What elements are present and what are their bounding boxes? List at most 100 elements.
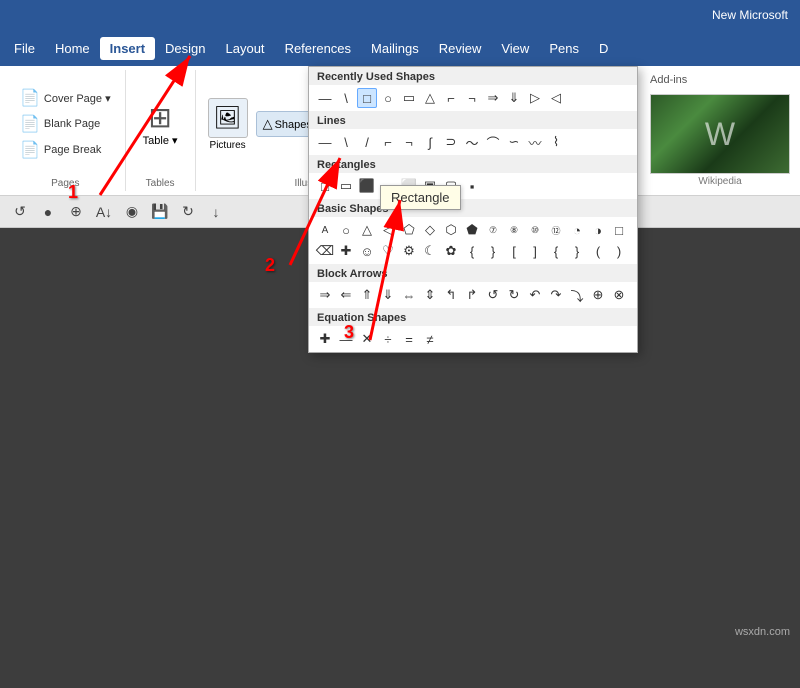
bs4[interactable]: ◁	[378, 220, 398, 240]
bs15[interactable]: □	[609, 220, 629, 240]
bs27[interactable]: {	[546, 241, 566, 261]
line-arc[interactable]: ⌒	[483, 132, 503, 152]
ba15[interactable]: ⊗	[609, 285, 629, 305]
pictures-button[interactable]: 🖼 Pictures	[208, 98, 248, 151]
rect8[interactable]: ▪	[462, 176, 482, 196]
eq6[interactable]: ≠	[420, 329, 440, 349]
rect1[interactable]: □	[315, 176, 335, 196]
ba11[interactable]: ↶	[525, 285, 545, 305]
shape-arrow2[interactable]: ⇓	[504, 88, 524, 108]
ba2[interactable]: ⇐	[336, 285, 356, 305]
shape-line1[interactable]: —	[315, 88, 335, 108]
bs29[interactable]: (	[588, 241, 608, 261]
menu-pens[interactable]: Pens	[539, 37, 589, 60]
eq4[interactable]: ÷	[378, 329, 398, 349]
bs26[interactable]: ]	[525, 241, 545, 261]
shape-diag1[interactable]: \	[336, 88, 356, 108]
bs22[interactable]: ✿	[441, 241, 461, 261]
ba3[interactable]: ⇑	[357, 285, 377, 305]
menu-d[interactable]: D	[589, 37, 618, 60]
rect2[interactable]: ▭	[336, 176, 356, 196]
menu-mailings[interactable]: Mailings	[361, 37, 429, 60]
eq1[interactable]: ✚	[315, 329, 335, 349]
bs10[interactable]: ⑧	[504, 220, 524, 240]
bs21[interactable]: ☾	[420, 241, 440, 261]
bs25[interactable]: [	[504, 241, 524, 261]
table-button[interactable]: ⊞ Table ▾	[143, 70, 178, 178]
line-curve1[interactable]: ∫	[420, 132, 440, 152]
bs28[interactable]: }	[567, 241, 587, 261]
line-straight[interactable]: —	[315, 132, 335, 152]
bs1[interactable]: A	[315, 220, 335, 240]
redo-icon[interactable]: ↻	[176, 200, 200, 224]
menu-view[interactable]: View	[491, 37, 539, 60]
ba10[interactable]: ↻	[504, 285, 524, 305]
line-wave[interactable]: 〜	[462, 132, 482, 152]
save-icon[interactable]: 💾	[148, 200, 172, 224]
bs24[interactable]: }	[483, 241, 503, 261]
bs3[interactable]: △	[357, 220, 377, 240]
menu-insert[interactable]: Insert	[100, 37, 155, 60]
menu-file[interactable]: File	[4, 37, 45, 60]
line-diag2[interactable]: /	[357, 132, 377, 152]
bs11[interactable]: ⑩	[525, 220, 545, 240]
arrow-icon[interactable]: ↓	[204, 200, 228, 224]
shape-triangle[interactable]: △	[420, 88, 440, 108]
shape-rect[interactable]: □	[357, 88, 377, 108]
bs9[interactable]: ⑦	[483, 220, 503, 240]
ba7[interactable]: ↰	[441, 285, 461, 305]
ba13[interactable]: ⤵	[567, 285, 587, 305]
eq5[interactable]: =	[399, 329, 419, 349]
ba5[interactable]: ⇔	[399, 285, 419, 305]
shape-angle2[interactable]: ¬	[462, 88, 482, 108]
undo-icon[interactable]: ↺	[8, 200, 32, 224]
dot-icon[interactable]: ●	[36, 200, 60, 224]
bs30[interactable]: )	[609, 241, 629, 261]
rect3[interactable]: ⬛	[357, 176, 377, 196]
text-icon[interactable]: A↓	[92, 200, 116, 224]
line-elbow2[interactable]: ¬	[399, 132, 419, 152]
shape-fill-icon[interactable]: ◉	[120, 200, 144, 224]
shape-arrow1[interactable]: ⇒	[483, 88, 503, 108]
ba1[interactable]: ⇒	[315, 285, 335, 305]
page-break-button[interactable]: 📄 Page Break	[14, 138, 107, 162]
bs6[interactable]: ◇	[420, 220, 440, 240]
bs20[interactable]: ⚙	[399, 241, 419, 261]
ba4[interactable]: ⇓	[378, 285, 398, 305]
ba6[interactable]: ⇕	[420, 285, 440, 305]
ba9[interactable]: ↺	[483, 285, 503, 305]
menu-design[interactable]: Design	[155, 37, 215, 60]
line-squiggle[interactable]: 〰	[525, 132, 545, 152]
bs19[interactable]: ♡	[378, 241, 398, 261]
menu-references[interactable]: References	[275, 37, 361, 60]
shape-rarrow[interactable]: ▷	[525, 88, 545, 108]
shape-angle1[interactable]: ⌐	[441, 88, 461, 108]
menu-home[interactable]: Home	[45, 37, 100, 60]
bs14[interactable]: ◑	[588, 220, 608, 240]
globe-icon[interactable]: ⊕	[64, 200, 88, 224]
bs23[interactable]: {	[462, 241, 482, 261]
bs16[interactable]: ⌫	[315, 241, 335, 261]
line-elbow1[interactable]: ⌐	[378, 132, 398, 152]
bs2[interactable]: ○	[336, 220, 356, 240]
cover-page-button[interactable]: 📄 Cover Page ▾	[14, 86, 117, 110]
bs13[interactable]: ◔	[567, 220, 587, 240]
line-dbl[interactable]: ⌇	[546, 132, 566, 152]
bs12[interactable]: ⑫	[546, 220, 566, 240]
line-diag[interactable]: \	[336, 132, 356, 152]
ba12[interactable]: ↷	[546, 285, 566, 305]
shape-roundrect[interactable]: ▭	[399, 88, 419, 108]
blank-page-button[interactable]: 📄 Blank Page	[14, 112, 106, 136]
line-curve2[interactable]: ⊃	[441, 132, 461, 152]
ba14[interactable]: ⊕	[588, 285, 608, 305]
menu-review[interactable]: Review	[429, 37, 492, 60]
bs7[interactable]: ⬡	[441, 220, 461, 240]
ba8[interactable]: ↱	[462, 285, 482, 305]
bs18[interactable]: ☺	[357, 241, 377, 261]
bs8[interactable]: ⬟	[462, 220, 482, 240]
line-zigzag[interactable]: ∽	[504, 132, 524, 152]
menu-layout[interactable]: Layout	[216, 37, 275, 60]
shape-circle[interactable]: ○	[378, 88, 398, 108]
bs17[interactable]: ✚	[336, 241, 356, 261]
bs5[interactable]: ⬠	[399, 220, 419, 240]
